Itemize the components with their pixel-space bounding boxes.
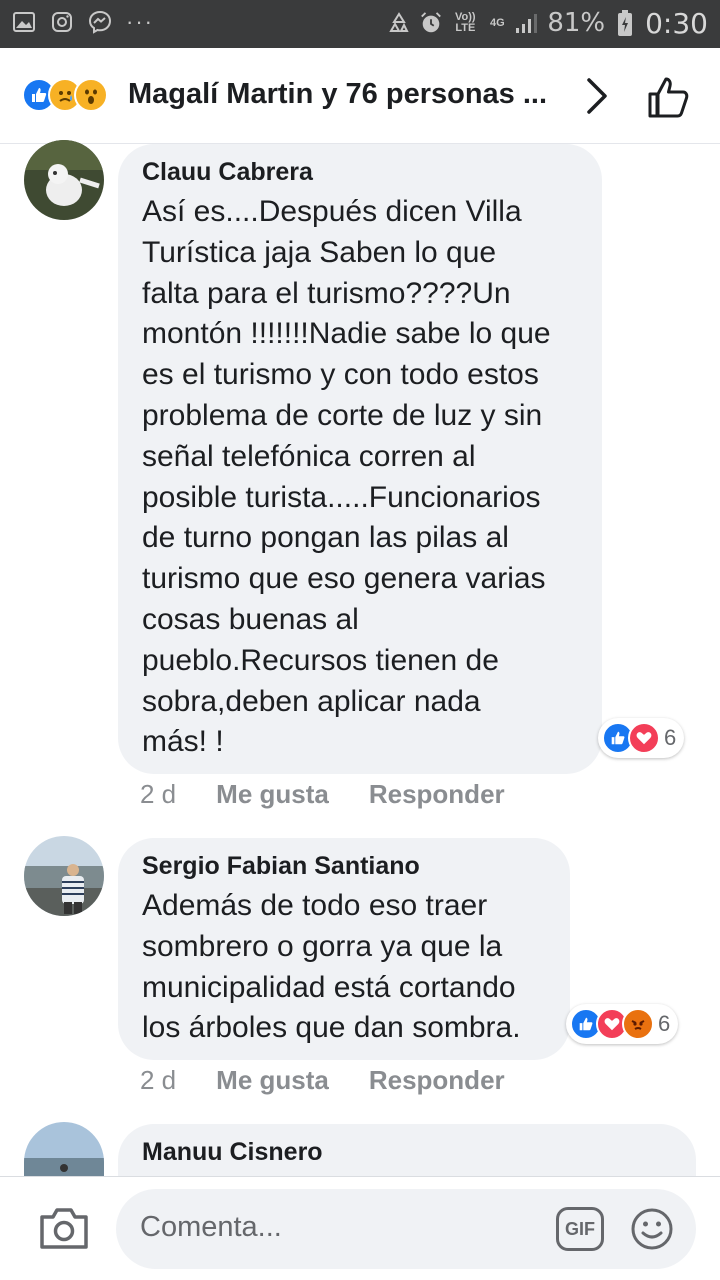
recycle-icon	[387, 11, 411, 35]
comment-author[interactable]: Sergio Fabian Santiano	[142, 850, 546, 882]
more-notifications-icon: ···	[126, 9, 154, 34]
gif-button[interactable]: GIF	[556, 1207, 604, 1251]
reactions-header[interactable]: Magalí Martin y 76 personas ...	[0, 48, 720, 144]
reaction-count: 6	[664, 725, 677, 750]
comment-age: 2 d	[140, 778, 177, 809]
like-comment-button[interactable]: Me gusta	[216, 779, 329, 810]
reactions-summary[interactable]: Magalí Martin y 76 personas ...	[128, 78, 547, 111]
love-icon	[628, 722, 660, 754]
comment-bubble[interactable]: Clauu Cabrera Así es....Después dicen Vi…	[118, 144, 602, 774]
clock: 0:30	[645, 6, 708, 40]
battery-percent: 81%	[547, 8, 606, 38]
network-label: 4G	[489, 16, 505, 29]
gallery-icon	[12, 10, 36, 34]
comment-actions: 2 d Me gusta Responder	[140, 1064, 545, 1096]
angry-icon	[622, 1008, 654, 1040]
chevron-right-icon[interactable]	[584, 76, 610, 116]
wow-icon	[74, 78, 108, 112]
comment-author[interactable]: Manuu Cisnero	[142, 1136, 672, 1168]
comment-bubble[interactable]: Sergio Fabian Santiano Además de todo es…	[118, 838, 570, 1060]
header-reactions	[22, 78, 108, 112]
camera-icon[interactable]	[38, 1205, 90, 1251]
like-post-button[interactable]	[644, 74, 692, 122]
avatar[interactable]	[24, 140, 104, 220]
avatar[interactable]	[24, 1122, 104, 1176]
like-comment-button[interactable]: Me gusta	[216, 1065, 329, 1096]
comment-age: 2 d	[140, 1064, 177, 1095]
volte-label: Vo)) LTE	[455, 11, 476, 34]
comment-actions: 2 d Me gusta Responder	[140, 778, 545, 810]
messenger-icon	[88, 10, 112, 34]
reply-button[interactable]: Responder	[369, 1065, 505, 1096]
signal-icon	[515, 11, 539, 35]
comment-reactions[interactable]: 6	[598, 718, 685, 758]
comment-bubble[interactable]: Manuu Cisnero	[118, 1124, 696, 1176]
comment-text: Así es....Después dicen Villa Turística …	[142, 195, 551, 759]
status-bar: ··· Vo)) LTE 4G 81% 0:30	[0, 0, 720, 48]
reaction-count: 6	[658, 1011, 671, 1036]
comment-author[interactable]: Clauu Cabrera	[142, 156, 578, 188]
comment-reactions[interactable]: 6	[566, 1004, 679, 1044]
battery-charging-icon	[613, 10, 637, 36]
comment-composer: Comenta... GIF	[0, 1176, 720, 1280]
instagram-icon	[50, 10, 74, 34]
comment-placeholder: Comenta...	[140, 1211, 282, 1243]
avatar[interactable]	[24, 836, 104, 916]
alarm-icon	[419, 11, 443, 35]
comment-input[interactable]: Comenta... GIF	[116, 1189, 696, 1269]
emoji-icon[interactable]	[630, 1207, 674, 1251]
reply-button[interactable]: Responder	[369, 779, 505, 810]
comment-text: Además de todo eso traer sombrero o gorr…	[142, 889, 521, 1045]
